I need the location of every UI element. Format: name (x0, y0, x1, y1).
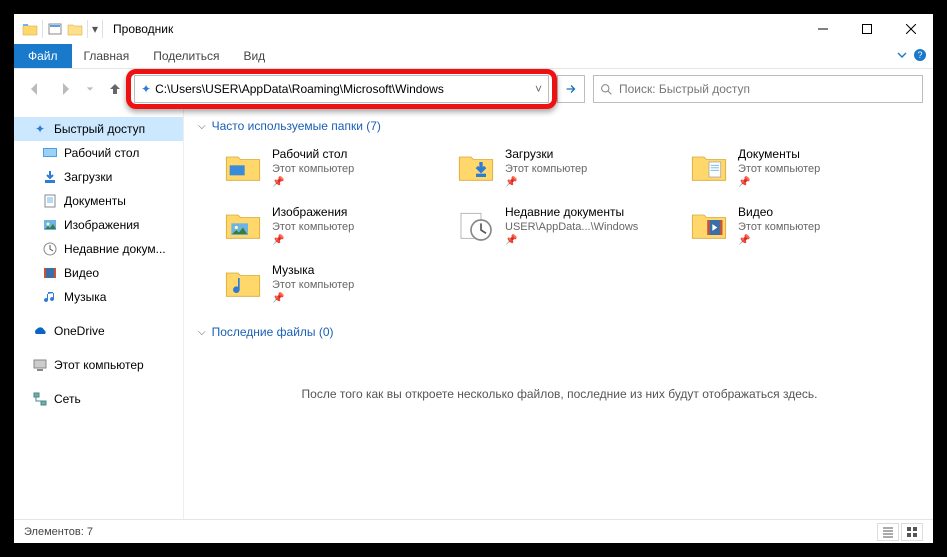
nav-recent-dropdown[interactable] (84, 78, 96, 100)
view-icons-button[interactable] (901, 523, 923, 541)
sidebar: ✦ Быстрый доступ Рабочий стол Загрузки Д… (14, 109, 184, 519)
nav-back-button[interactable] (24, 78, 46, 100)
view-details-button[interactable] (877, 523, 899, 541)
sidebar-item-documents[interactable]: Документы (14, 189, 183, 213)
pin-icon: 📌 (272, 177, 354, 188)
minimize-button[interactable] (801, 14, 845, 44)
group-frequent[interactable]: ⌵ Часто используемые папки (7) (198, 119, 921, 133)
chevron-down-icon: ⌵ (198, 327, 206, 338)
folder-icon (688, 204, 730, 246)
folder-documents[interactable]: ДокументыЭтот компьютер📌 (688, 141, 921, 193)
help-icon[interactable]: ? (913, 48, 927, 65)
folder-icon (222, 204, 264, 246)
window-title: Проводник (113, 22, 173, 36)
ribbon: Файл Главная Поделиться Вид ? (14, 44, 933, 69)
sidebar-network[interactable]: Сеть (14, 387, 183, 411)
status-text: Элементов: 7 (24, 526, 93, 538)
pin-icon: 📌 (738, 177, 820, 188)
qat-newfolder-icon[interactable] (66, 20, 84, 38)
chevron-down-icon: ⌵ (198, 121, 206, 132)
quick-access-icon: ✦ (141, 82, 151, 96)
folder-videos[interactable]: ВидеоЭтот компьютер📌 (688, 199, 921, 251)
downloads-icon (42, 169, 58, 185)
nav-up-button[interactable] (104, 78, 126, 100)
sidebar-item-music[interactable]: Музыка (14, 285, 183, 309)
folder-recent[interactable]: Недавние документыUSER\AppData...\Window… (455, 199, 688, 251)
folder-music[interactable]: МузыкаЭтот компьютер📌 (222, 257, 455, 309)
address-dropdown-icon[interactable]: ˅ (535, 82, 542, 96)
folder-icon (222, 146, 264, 188)
nav-row: ✦ C:\Users\USER\AppData\Roaming\Microsof… (14, 69, 933, 109)
desktop-icon (42, 145, 58, 161)
documents-icon (42, 193, 58, 209)
videos-icon (42, 265, 58, 281)
explorer-window: ▾ Проводник Файл Главная Поделиться Вид … (14, 14, 933, 543)
content-pane[interactable]: ⌵ Часто используемые папки (7) Рабочий с… (184, 109, 933, 519)
pin-icon: 📌 (505, 177, 587, 188)
search-placeholder: Поиск: Быстрый доступ (619, 82, 750, 96)
sidebar-item-recent[interactable]: Недавние докум... (14, 237, 183, 261)
onedrive-icon (32, 323, 48, 339)
ribbon-expand-icon[interactable] (895, 48, 909, 65)
folder-icon (455, 146, 497, 188)
folder-pictures[interactable]: ИзображенияЭтот компьютер📌 (222, 199, 455, 251)
pc-icon (32, 357, 48, 373)
pin-icon: 📌 (272, 293, 354, 304)
pictures-icon (42, 217, 58, 233)
sidebar-item-pictures[interactable]: Изображения (14, 213, 183, 237)
titlebar[interactable]: ▾ Проводник (14, 14, 933, 44)
qat-properties-icon[interactable] (46, 20, 64, 38)
nav-forward-button[interactable] (54, 78, 76, 100)
sidebar-item-downloads[interactable]: Загрузки (14, 165, 183, 189)
folder-icon (455, 204, 497, 246)
search-input[interactable]: Поиск: Быстрый доступ (593, 75, 923, 103)
maximize-button[interactable] (845, 14, 889, 44)
tab-share[interactable]: Поделиться (141, 44, 231, 68)
recent-empty-message: После того как вы откроете несколько фай… (198, 347, 921, 441)
pin-icon: 📌 (505, 235, 638, 246)
network-icon (32, 391, 48, 407)
folder-desktop[interactable]: Рабочий столЭтот компьютер📌 (222, 141, 455, 193)
folder-downloads[interactable]: ЗагрузкиЭтот компьютер📌 (455, 141, 688, 193)
close-button[interactable] (889, 14, 933, 44)
pin-icon: 📌 (272, 235, 354, 246)
folder-icon (688, 146, 730, 188)
tab-home[interactable]: Главная (72, 44, 142, 68)
svg-text:?: ? (917, 50, 922, 60)
music-icon (42, 289, 58, 305)
app-icon (21, 20, 39, 38)
search-icon (600, 83, 613, 96)
sidebar-item-videos[interactable]: Видео (14, 261, 183, 285)
sidebar-onedrive[interactable]: OneDrive (14, 319, 183, 343)
star-icon: ✦ (32, 121, 48, 137)
go-button[interactable] (557, 75, 585, 103)
tab-view[interactable]: Вид (231, 44, 277, 68)
sidebar-item-desktop[interactable]: Рабочий стол (14, 141, 183, 165)
address-bar[interactable]: ✦ C:\Users\USER\AppData\Roaming\Microsof… (134, 75, 549, 103)
qat-overflow-icon[interactable]: ▾ (92, 22, 98, 36)
sidebar-thispc[interactable]: Этот компьютер (14, 353, 183, 377)
recent-icon (42, 241, 58, 257)
address-path: C:\Users\USER\AppData\Roaming\Microsoft\… (155, 82, 444, 96)
folder-icon (222, 262, 264, 304)
sidebar-quick-access[interactable]: ✦ Быстрый доступ (14, 117, 183, 141)
group-recent[interactable]: ⌵ Последние файлы (0) (198, 325, 921, 339)
tab-file[interactable]: Файл (14, 44, 72, 68)
status-bar: Элементов: 7 (14, 519, 933, 543)
pin-icon: 📌 (738, 235, 820, 246)
